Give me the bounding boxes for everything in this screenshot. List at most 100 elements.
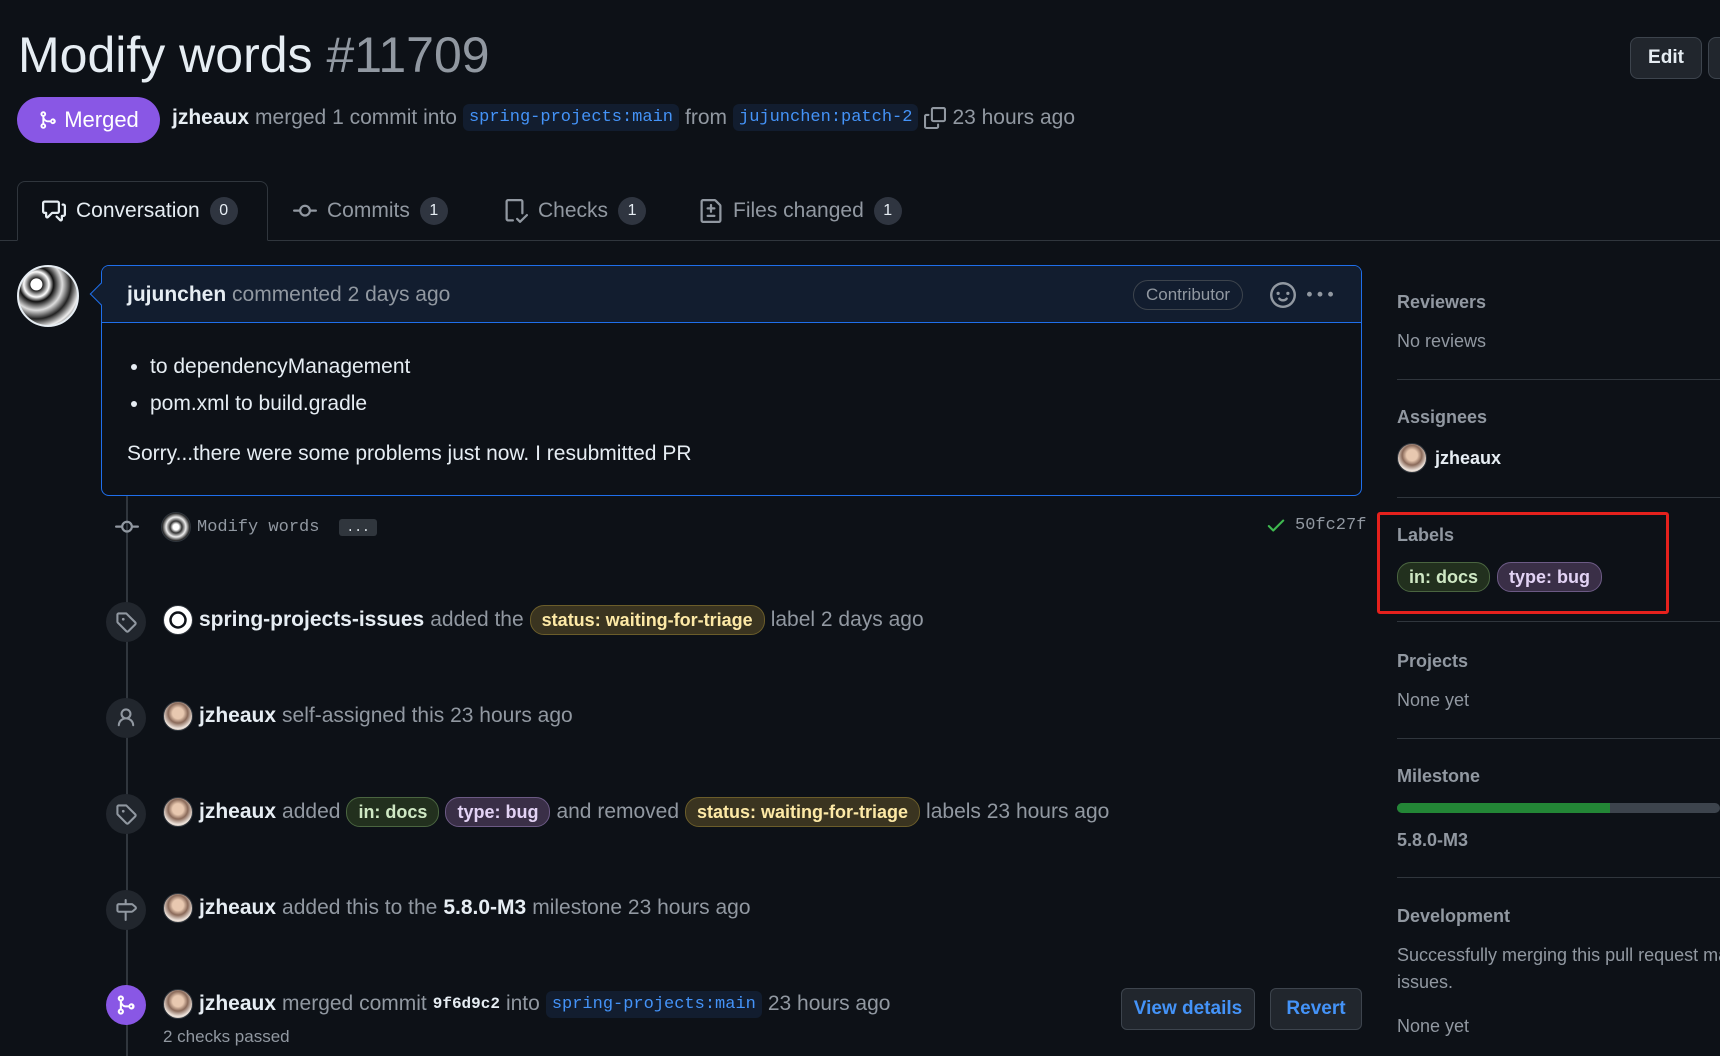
tab-count: 1 [618, 197, 647, 225]
milestone-progress-bar [1397, 803, 1720, 813]
tag-icon-circle [106, 794, 146, 834]
merge-icon-circle [106, 985, 146, 1025]
revert-button[interactable]: Revert [1270, 988, 1362, 1030]
label-in-docs[interactable]: in: docs [346, 797, 440, 827]
commit-message[interactable]: Modify words [197, 518, 319, 537]
comment-discussion-icon [42, 200, 66, 222]
assignee-name[interactable]: jzheaux [1435, 448, 1501, 469]
assignees-heading[interactable]: Assignees [1397, 407, 1487, 428]
event-text: labels 23 hours ago [926, 800, 1110, 823]
label-status-waiting[interactable]: status: waiting-for-triage [685, 797, 921, 827]
event-actor[interactable]: jzheaux [199, 800, 276, 824]
smiley-icon[interactable] [1270, 282, 1296, 308]
timeline-event-merged: jzheaux merged commit 9f6d9c2 into sprin… [163, 989, 890, 1019]
sidebar-divider [1397, 738, 1720, 739]
pr-title: Modify words [18, 27, 313, 83]
event-actor[interactable]: jzheaux [199, 896, 276, 920]
label-type-bug[interactable]: type: bug [445, 797, 551, 827]
tab-files-changed[interactable]: Files changed 1 [699, 181, 902, 241]
avatar[interactable] [163, 989, 193, 1019]
avatar[interactable] [163, 893, 193, 923]
tab-label: Conversation [76, 199, 200, 222]
tag-icon [116, 804, 137, 825]
milestone-value[interactable]: 5.8.0-M3 [1397, 830, 1468, 851]
timeline-event-labels-changed: jzheaux added in: docs type: bug and rem… [163, 797, 1109, 827]
tab-checks[interactable]: Checks 1 [504, 181, 647, 241]
merge-commit-sha[interactable]: 9f6d9c2 [433, 995, 500, 1013]
assignee-item[interactable]: jzheaux [1397, 443, 1501, 473]
commit-sha[interactable]: 50fc27f [1295, 516, 1366, 535]
tab-label: Checks [538, 199, 609, 222]
avatar[interactable] [161, 512, 191, 542]
event-text: into [505, 992, 540, 1015]
check-icon[interactable] [1265, 514, 1287, 536]
milestone-heading[interactable]: Milestone [1397, 766, 1480, 787]
file-diff-icon [700, 199, 722, 223]
avatar[interactable] [163, 701, 193, 731]
tag-icon [116, 612, 137, 633]
development-heading[interactable]: Development [1397, 906, 1510, 927]
author-avatar[interactable] [17, 265, 79, 327]
milestone-link[interactable]: 5.8.0-M3 [443, 896, 526, 920]
projects-value: None yet [1397, 690, 1470, 710]
label-status-waiting[interactable]: status: waiting-for-triage [529, 605, 765, 635]
avatar[interactable] [1397, 443, 1427, 473]
timeline-event-self-assigned: jzheaux self-assigned this 23 hours ago [163, 701, 573, 731]
event-actor[interactable]: jzheaux [199, 992, 276, 1016]
event-text: added this to the [282, 896, 438, 919]
tab-count: 1 [873, 197, 902, 225]
list-item: to dependencyManagement [150, 348, 410, 385]
person-icon [117, 708, 135, 727]
commit-icon [293, 204, 317, 217]
event-text: and removed [556, 800, 680, 823]
merger-link[interactable]: jzheaux [172, 106, 249, 130]
spring-logo-avatar[interactable] [163, 605, 193, 635]
comment-meta[interactable]: commented 2 days ago [232, 283, 450, 306]
reviewers-value: No reviews [1397, 331, 1487, 351]
checks-passed-link[interactable]: 2 checks passed [163, 1027, 290, 1047]
base-branch[interactable]: spring-projects:main [462, 104, 679, 131]
event-text: added [282, 800, 341, 823]
tab-label: Files changed [733, 199, 864, 222]
event-actor[interactable]: spring-projects-issues [199, 608, 424, 632]
view-details-button[interactable]: View details [1121, 988, 1255, 1030]
avatar[interactable] [163, 797, 193, 827]
event-text: label 2 days ago [770, 608, 924, 631]
tab-label: Commits [327, 199, 410, 222]
event-text: added the [430, 608, 524, 631]
list-item: pom.xml to build.gradle [150, 385, 410, 422]
tab-count: 0 [209, 197, 238, 225]
development-value: None yet [1397, 1016, 1470, 1036]
commit-row: Modify words ... [113, 512, 377, 542]
tab-conversation[interactable]: Conversation 0 [17, 181, 268, 241]
copy-icon[interactable] [924, 106, 947, 129]
reviewers-heading[interactable]: Reviewers [1397, 292, 1486, 313]
tab-commits[interactable]: Commits 1 [293, 181, 448, 241]
development-text: Successfully merging this pull request m… [1397, 945, 1720, 965]
tab-count: 1 [419, 197, 448, 225]
comment-author[interactable]: jujunchen [127, 283, 226, 306]
highlight-box [1377, 512, 1669, 614]
code-button[interactable] [1708, 37, 1720, 79]
kebab-horizontal-icon[interactable] [1306, 282, 1334, 308]
merge-time: 23 hours ago [952, 105, 1076, 129]
comment-text: Sorry...there were some problems just no… [127, 442, 692, 465]
merge-icon [40, 111, 57, 129]
pr-number: #11709 [326, 27, 490, 83]
event-text: milestone 23 hours ago [532, 896, 751, 919]
commit-sha-group: 50fc27f [1265, 514, 1366, 536]
merge-text: merged 1 commit into [255, 105, 457, 129]
event-text: self-assigned this 23 hours ago [282, 704, 573, 727]
milestone-progress-fill [1397, 803, 1611, 813]
comment-bullet-list: to dependencyManagement pom.xml to build… [150, 348, 410, 422]
event-text: merged commit [282, 992, 427, 1015]
base-branch[interactable]: spring-projects:main [545, 990, 762, 1018]
comment-author-line: jujunchen commented 2 days ago [127, 283, 450, 307]
head-branch[interactable]: jujunchen:patch-2 [733, 104, 919, 131]
projects-heading[interactable]: Projects [1397, 651, 1468, 672]
milestone-icon [116, 899, 137, 921]
edit-button[interactable]: Edit [1630, 37, 1702, 79]
expand-commit-button[interactable]: ... [339, 518, 377, 536]
sidebar-divider [1397, 621, 1720, 622]
event-actor[interactable]: jzheaux [199, 704, 276, 728]
